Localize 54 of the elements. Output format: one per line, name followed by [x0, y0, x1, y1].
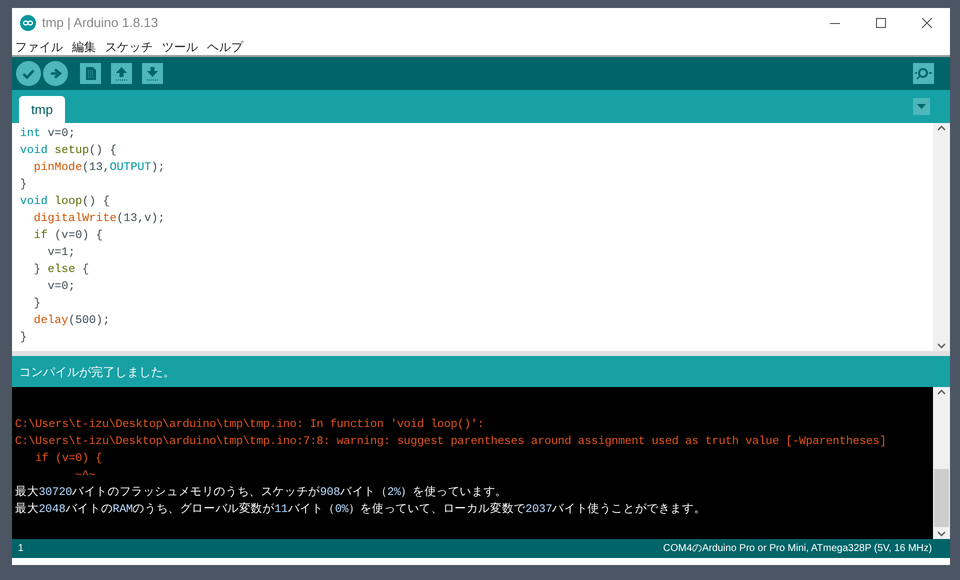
close-icon: [922, 18, 932, 28]
menu-item[interactable]: 編集: [72, 38, 96, 56]
verify-button[interactable]: [16, 61, 41, 86]
console-line: if (v=0) {: [34, 451, 102, 467]
checkmark-icon: [22, 68, 35, 78]
menu-item[interactable]: ファイル: [15, 38, 63, 56]
minimize-icon: [830, 22, 840, 24]
console-line: C:\Users\t-izu\Desktop\arduino\tmp\tmp.ino: In function 'void loop()':: [15, 417, 484, 433]
board-info: COM4のArduino Pro or Pro Mini, ATmega328P (5V, 16 MHz): [663, 542, 933, 556]
code-line: int v=0;: [20, 126, 76, 142]
upload-button[interactable]: [43, 61, 68, 86]
scroll-down-icon[interactable]: [937, 343, 946, 349]
code-line: v=0;: [46, 279, 76, 295]
open-button[interactable]: [111, 63, 132, 84]
code-line: v=1;: [46, 245, 76, 261]
magnifier-icon: [915, 67, 932, 80]
infinity-logo-icon: [20, 15, 36, 31]
arrow-up-icon: [115, 66, 128, 80]
console-line: 最大2048バイトのRAMのうち、グローバル変数が11バイト（0%）を使っていて、ローカル変数で2037バイト使うことができます。: [15, 501, 706, 518]
scroll-up-icon[interactable]: [937, 125, 946, 131]
code-line: digitalWrite(13,v);: [32, 211, 165, 227]
code-line: }: [32, 296, 41, 312]
save-button[interactable]: [142, 63, 163, 84]
window-title: tmp | Arduino 1.8.13: [42, 14, 158, 32]
new-button[interactable]: [80, 63, 101, 84]
file-tab[interactable]: tmp: [19, 96, 65, 123]
caret-down-icon: [917, 104, 926, 109]
scroll-down-icon[interactable]: [937, 531, 946, 537]
line-number: 1: [18, 542, 24, 556]
scrollbar[interactable]: [933, 387, 950, 539]
menu-item[interactable]: スケッチ: [105, 38, 153, 56]
code-line: } else {: [32, 262, 90, 278]
console-line: 最大30720バイトのフラッシュメモリのうち、スケッチが908バイト（2%）を使っています。: [15, 484, 507, 501]
scrollbar[interactable]: [933, 123, 950, 351]
menu-item[interactable]: ツール: [162, 38, 198, 56]
code-line: delay(500);: [32, 313, 110, 329]
code-line: pinMode(13,OUTPUT);: [32, 160, 165, 176]
code-line: if (v=0) {: [32, 228, 103, 244]
console-line: ~^~: [74, 468, 96, 484]
tab-menu-button[interactable]: [913, 98, 930, 115]
code-line: void setup() {: [20, 143, 117, 159]
code-line: void loop() {: [20, 194, 110, 210]
code-line: }: [20, 177, 27, 193]
status-message: コンパイルが完了しました。: [19, 364, 175, 380]
scrollbar-thumb[interactable]: [934, 469, 949, 527]
scroll-up-icon[interactable]: [937, 389, 946, 395]
serial-monitor-button[interactable]: [913, 63, 934, 84]
console-line: C:\Users\t-izu\Desktop\arduino\tmp\tmp.ino:7:8: warning: suggest parentheses around assignment used as truth value [-Wparentheses]: [15, 434, 886, 450]
document-icon: [86, 67, 96, 80]
arrow-right-icon: [50, 68, 62, 79]
menu-item[interactable]: ヘルプ: [207, 38, 243, 56]
code-line: }: [20, 330, 27, 346]
arrow-down-icon: [146, 66, 159, 80]
maximize-icon: [876, 18, 886, 28]
